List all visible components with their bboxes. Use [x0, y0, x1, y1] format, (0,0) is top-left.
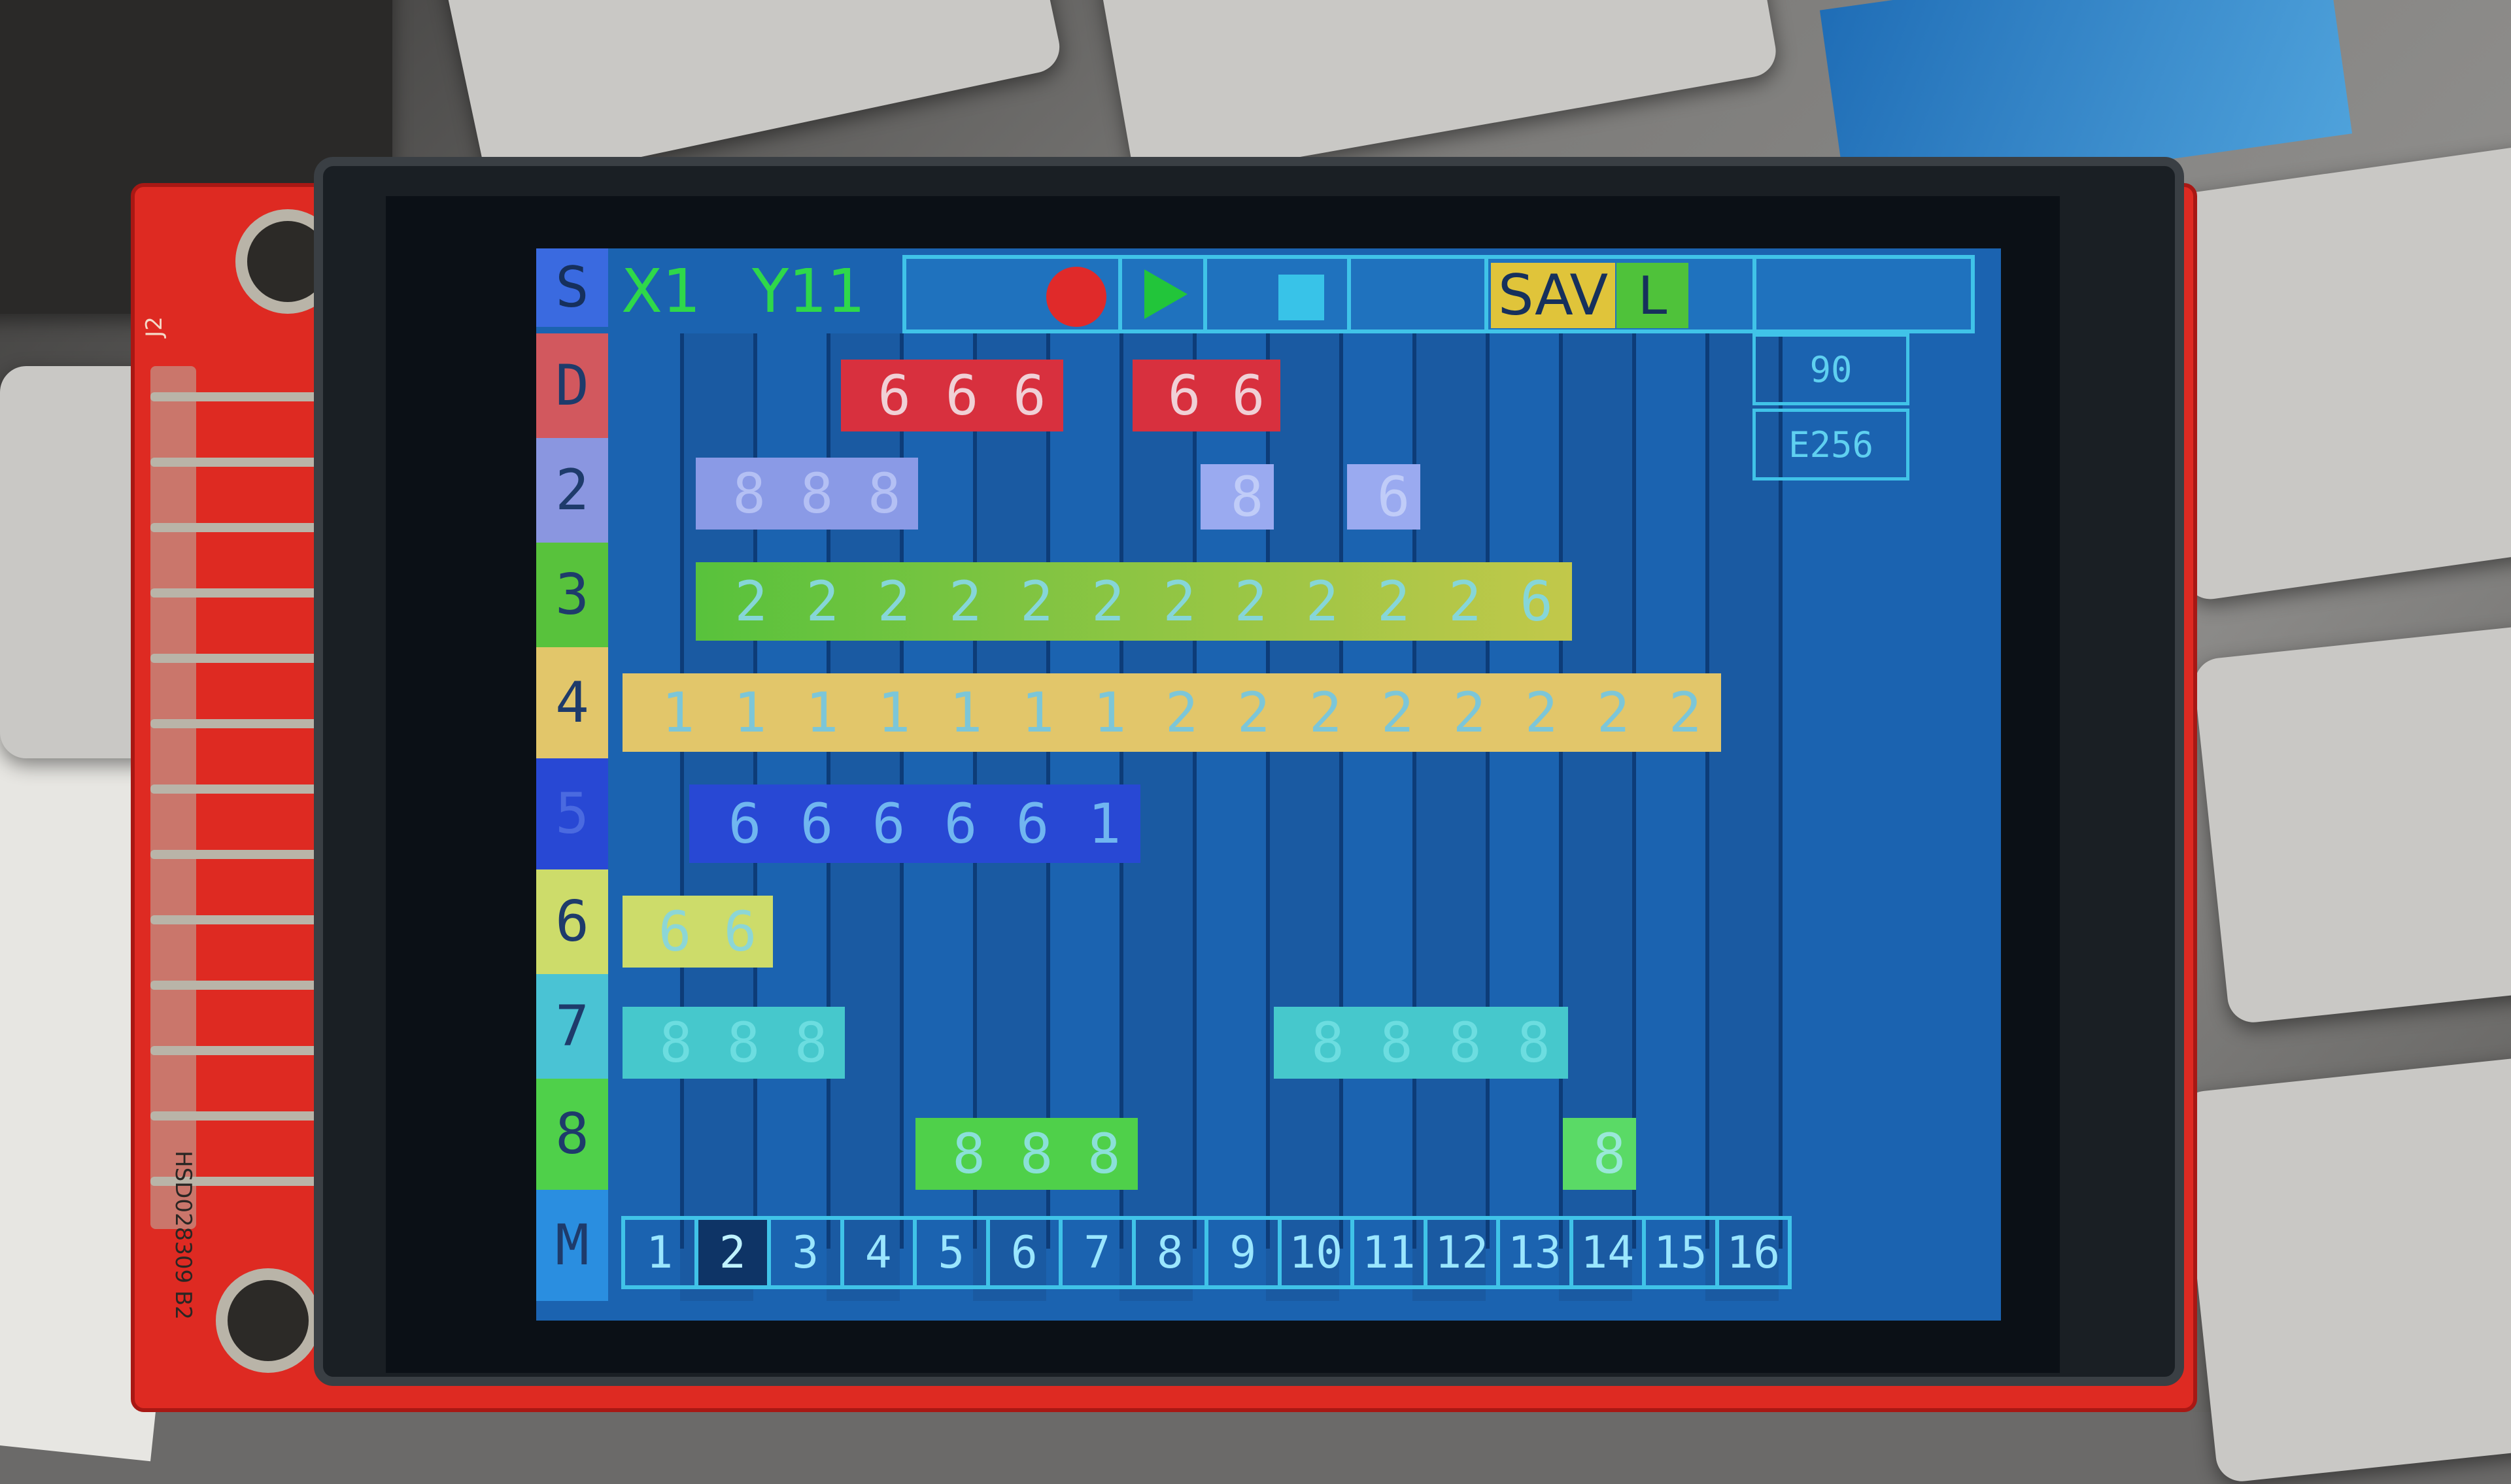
- measure-cell[interactable]: 5: [917, 1220, 990, 1285]
- x-coordinate-readout: X1: [621, 256, 701, 326]
- measure-cell[interactable]: 9: [1208, 1220, 1282, 1285]
- track-6-block[interactable]: 66: [623, 896, 773, 968]
- record-icon[interactable]: [1046, 267, 1106, 327]
- measure-cell-selected[interactable]: 2: [698, 1220, 771, 1285]
- toolbar-divider: [1484, 259, 1488, 329]
- grid-column: [1412, 333, 1486, 1301]
- grid-line: [1486, 333, 1490, 1249]
- toolbar-divider: [1203, 259, 1207, 329]
- track-7-block[interactable]: 888: [623, 1007, 845, 1079]
- measure-cell[interactable]: 11: [1354, 1220, 1427, 1285]
- toolbar-divider: [1752, 259, 1756, 329]
- grid-line: [1193, 333, 1197, 1249]
- y-coordinate-readout: Y11: [752, 256, 866, 326]
- measure-cell[interactable]: 6: [990, 1220, 1063, 1285]
- track-label-1[interactable]: D: [536, 333, 608, 438]
- track-8-block[interactable]: 8: [1563, 1118, 1636, 1190]
- measure-cell[interactable]: 3: [771, 1220, 844, 1285]
- silk-model-label: HSD028309 B2: [170, 1151, 196, 1320]
- grid-line: [1632, 333, 1636, 1249]
- load-button[interactable]: L: [1616, 263, 1688, 328]
- save-button[interactable]: SAV: [1491, 263, 1615, 328]
- track-2-block[interactable]: 6: [1347, 464, 1420, 530]
- track-5-block[interactable]: 666661: [689, 784, 1140, 863]
- pin: [150, 719, 320, 728]
- grid-line: [1339, 333, 1343, 1249]
- track-3-block[interactable]: 222222222226: [696, 562, 1572, 641]
- pin: [150, 1111, 320, 1121]
- track-1-block[interactable]: 66: [1133, 360, 1280, 431]
- measure-cell[interactable]: 12: [1427, 1220, 1500, 1285]
- pin: [150, 784, 320, 794]
- pin-header: [150, 366, 196, 1229]
- measure-cell[interactable]: 8: [1136, 1220, 1208, 1285]
- pin: [150, 392, 320, 401]
- row-select-label[interactable]: S: [536, 248, 608, 327]
- keyboard-key: [2178, 1053, 2511, 1484]
- grid-line: [680, 333, 684, 1249]
- pin: [150, 588, 320, 598]
- track-4-block[interactable]: 111111122222222: [623, 673, 1721, 752]
- pattern-display[interactable]: E256: [1752, 409, 1909, 481]
- track-label-5[interactable]: 5: [536, 758, 608, 869]
- pin: [150, 1046, 320, 1055]
- track-1-block[interactable]: 666: [841, 360, 1063, 431]
- lcd-screen: S D 2 3 4 5 6 7 8 M X1 Y11 SAV L 90 E256…: [536, 248, 2001, 1321]
- measure-selector: 1 2 3 4 5 6 7 8 9 10 11 12 13 14 15 16: [621, 1216, 1792, 1289]
- track-7-block[interactable]: 8888: [1274, 1007, 1568, 1079]
- track-label-4[interactable]: 4: [536, 647, 608, 758]
- grid-line: [1559, 333, 1563, 1249]
- mounting-hole-icon: [216, 1268, 320, 1373]
- measure-cell[interactable]: 15: [1646, 1220, 1719, 1285]
- track-8-block[interactable]: 888: [915, 1118, 1138, 1190]
- measure-cell[interactable]: 4: [844, 1220, 917, 1285]
- track-label-6[interactable]: 6: [536, 869, 608, 974]
- toolbar-divider: [1118, 259, 1122, 329]
- measure-cell[interactable]: 10: [1282, 1220, 1354, 1285]
- grid-line: [1705, 333, 1709, 1249]
- stop-icon[interactable]: [1278, 275, 1324, 320]
- pin: [150, 850, 320, 859]
- pin: [150, 654, 320, 663]
- pin: [150, 915, 320, 924]
- track-label-7[interactable]: 7: [536, 974, 608, 1079]
- track-label-2[interactable]: 2: [536, 438, 608, 543]
- pin: [150, 458, 320, 467]
- measure-row-label[interactable]: M: [536, 1190, 608, 1301]
- pin: [150, 981, 320, 990]
- pin: [150, 523, 320, 532]
- silk-label-left: J2: [141, 316, 167, 337]
- keyboard-key: [2192, 622, 2511, 1025]
- toolbar-divider: [1347, 259, 1351, 329]
- track-2-block[interactable]: 888: [696, 458, 918, 530]
- play-icon[interactable]: [1144, 269, 1187, 319]
- track-label-3[interactable]: 3: [536, 543, 608, 647]
- grid-column: [1266, 333, 1339, 1301]
- measure-cell[interactable]: 13: [1500, 1220, 1573, 1285]
- track-label-8[interactable]: 8: [536, 1079, 608, 1190]
- track-2-block[interactable]: 8: [1201, 464, 1274, 530]
- measure-cell[interactable]: 7: [1063, 1220, 1136, 1285]
- tempo-display[interactable]: 90: [1752, 333, 1909, 405]
- measure-cell[interactable]: 14: [1573, 1220, 1646, 1285]
- measure-cell[interactable]: 1: [625, 1220, 698, 1285]
- measure-cell[interactable]: 16: [1719, 1220, 1788, 1285]
